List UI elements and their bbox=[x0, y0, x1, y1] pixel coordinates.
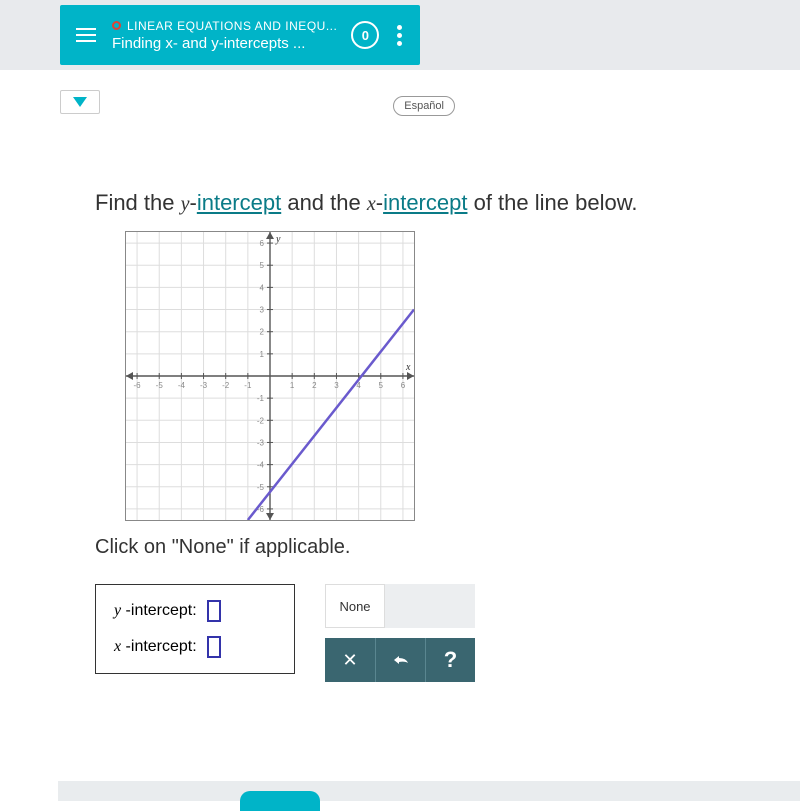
more-icon[interactable] bbox=[393, 21, 406, 50]
svg-text:1: 1 bbox=[290, 381, 295, 390]
svg-text:6: 6 bbox=[401, 381, 406, 390]
svg-text:-1: -1 bbox=[257, 394, 265, 403]
undo-icon bbox=[390, 653, 412, 667]
footer-pill bbox=[240, 791, 320, 811]
svg-text:1: 1 bbox=[260, 350, 265, 359]
topic-title: Finding x- and y-intercepts ... bbox=[112, 35, 337, 52]
answer-area: y -intercept: x -intercept: None ✕ ? bbox=[95, 584, 740, 682]
x-intercept-link[interactable]: intercept bbox=[383, 190, 467, 215]
none-button[interactable]: None bbox=[325, 584, 385, 628]
category-text: LINEAR EQUATIONS AND INEQU... bbox=[127, 19, 337, 33]
x-label-text: -intercept: bbox=[121, 638, 197, 655]
svg-text:-4: -4 bbox=[257, 461, 265, 470]
y-label-text: -intercept: bbox=[121, 602, 197, 619]
svg-text:5: 5 bbox=[379, 381, 384, 390]
x-intercept-row: x -intercept: bbox=[114, 636, 276, 658]
svg-text:x: x bbox=[405, 362, 411, 373]
header: LINEAR EQUATIONS AND INEQU... Finding x-… bbox=[60, 5, 420, 65]
x-intercept-input[interactable] bbox=[207, 636, 221, 658]
y-intercept-row: y -intercept: bbox=[114, 600, 276, 622]
y-variable: y bbox=[181, 193, 190, 215]
question-post: of the line below. bbox=[467, 190, 637, 215]
question-text: Find the y-intercept and the x-intercept… bbox=[95, 190, 740, 216]
y-intercept-link[interactable]: intercept bbox=[197, 190, 281, 215]
svg-text:4: 4 bbox=[260, 283, 265, 292]
tool-spacer bbox=[385, 584, 475, 628]
svg-text:-2: -2 bbox=[257, 416, 265, 425]
y-intercept-input[interactable] bbox=[207, 600, 221, 622]
svg-text:-5: -5 bbox=[156, 381, 164, 390]
answer-box: y -intercept: x -intercept: bbox=[95, 584, 295, 674]
svg-text:3: 3 bbox=[260, 306, 265, 315]
dropdown-toggle[interactable] bbox=[60, 90, 100, 114]
instruction-text: Click on "None" if applicable. bbox=[95, 536, 740, 559]
svg-text:-2: -2 bbox=[222, 381, 230, 390]
tool-panel: None ✕ ? bbox=[325, 584, 475, 682]
svg-text:-3: -3 bbox=[257, 438, 265, 447]
graph: -6-5-4-3-2-1123456-6-5-4-3-2-1123456xy bbox=[125, 231, 415, 521]
svg-text:-6: -6 bbox=[134, 381, 142, 390]
svg-text:-5: -5 bbox=[257, 483, 265, 492]
content-area: Find the y-intercept and the x-intercept… bbox=[0, 70, 800, 682]
svg-text:-4: -4 bbox=[178, 381, 186, 390]
svg-text:6: 6 bbox=[260, 239, 265, 248]
svg-text:5: 5 bbox=[260, 261, 265, 270]
menu-icon[interactable] bbox=[74, 26, 98, 44]
svg-text:3: 3 bbox=[334, 381, 339, 390]
progress-counter[interactable]: 0 bbox=[351, 21, 379, 49]
top-bar: LINEAR EQUATIONS AND INEQU... Finding x-… bbox=[0, 0, 800, 70]
question-mid: and the bbox=[281, 190, 367, 215]
svg-text:-1: -1 bbox=[244, 381, 252, 390]
svg-text:-3: -3 bbox=[200, 381, 208, 390]
question-pre: Find the bbox=[95, 190, 181, 215]
undo-button[interactable] bbox=[375, 638, 425, 682]
header-text: LINEAR EQUATIONS AND INEQU... Finding x-… bbox=[112, 19, 337, 52]
clear-button[interactable]: ✕ bbox=[325, 638, 375, 682]
category-label: LINEAR EQUATIONS AND INEQU... bbox=[112, 19, 337, 33]
language-button[interactable]: Español bbox=[393, 96, 455, 116]
svg-text:2: 2 bbox=[260, 328, 265, 337]
record-icon bbox=[112, 21, 121, 30]
svg-text:2: 2 bbox=[312, 381, 317, 390]
footer-bar bbox=[58, 781, 800, 801]
help-button[interactable]: ? bbox=[425, 638, 475, 682]
svg-text:y: y bbox=[275, 234, 281, 245]
x-variable: x bbox=[367, 193, 376, 215]
